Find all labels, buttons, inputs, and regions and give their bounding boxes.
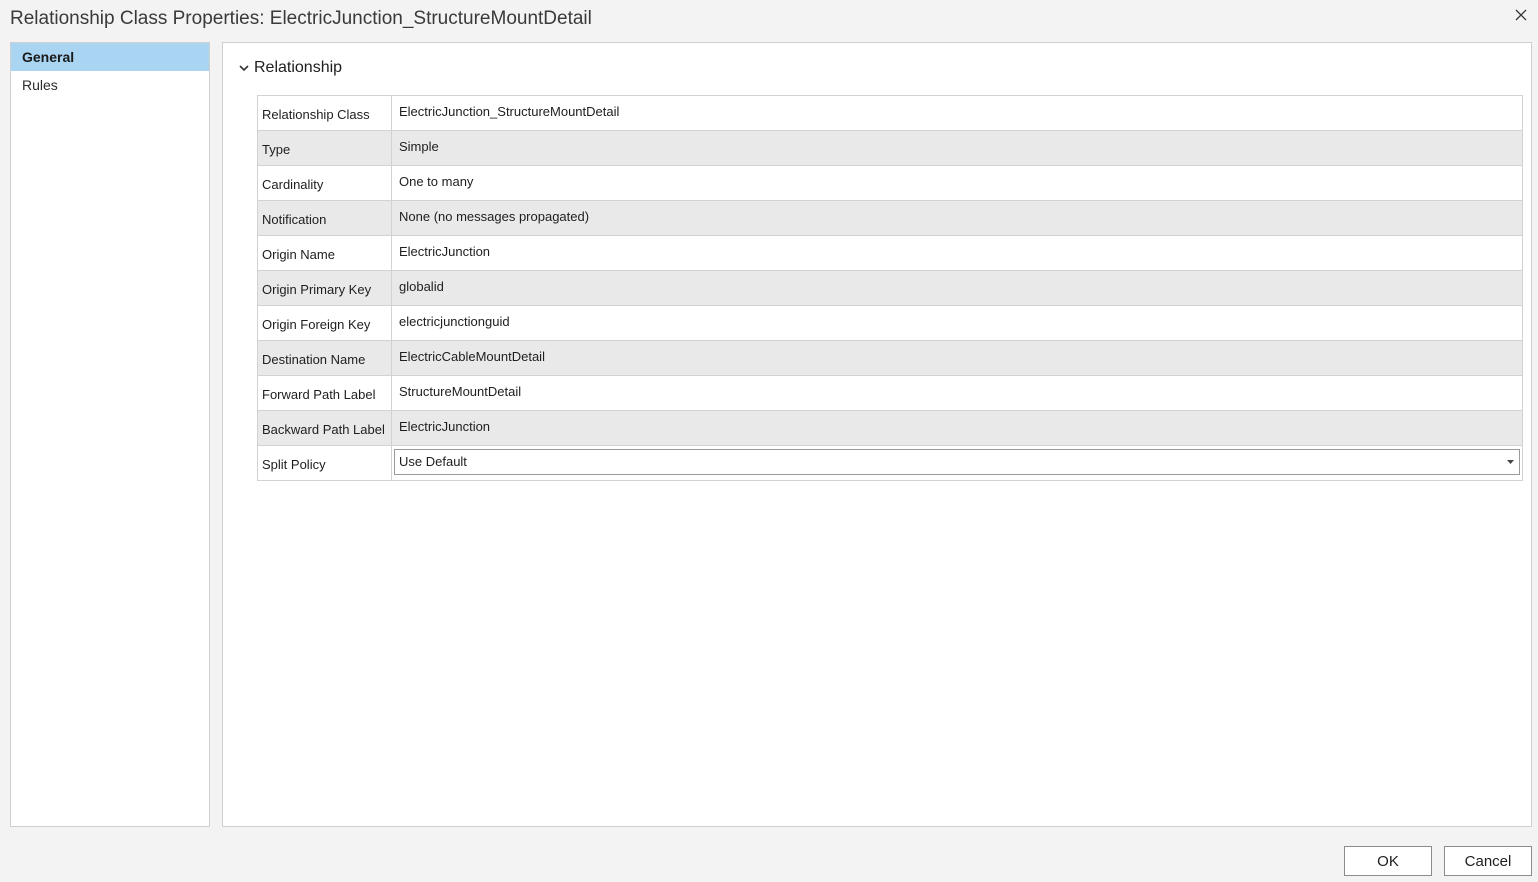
table-row: Relationship Class ElectricJunction_Stru… xyxy=(257,95,1523,131)
table-row: Origin Foreign Key electricjunctionguid xyxy=(257,305,1523,341)
sidebar-item-rules[interactable]: Rules xyxy=(11,71,209,99)
section-title: Relationship xyxy=(254,59,343,76)
property-key: Origin Name xyxy=(257,235,392,271)
property-key: Destination Name xyxy=(257,340,392,376)
table-row: Backward Path Label ElectricJunction xyxy=(257,410,1523,446)
property-key: Relationship Class xyxy=(257,95,392,131)
close-button[interactable] xyxy=(1510,6,1532,28)
property-value: globalid xyxy=(391,270,1523,306)
chevron-down-icon xyxy=(237,61,251,75)
table-row: Notification None (no messages propagate… xyxy=(257,200,1523,236)
split-policy-cell: Use Default xyxy=(391,445,1523,481)
caret-down-icon xyxy=(1506,459,1514,465)
property-key: Backward Path Label xyxy=(257,410,392,446)
cancel-button[interactable]: Cancel xyxy=(1444,846,1532,876)
property-value: One to many xyxy=(391,165,1523,201)
properties-grid: Relationship Class ElectricJunction_Stru… xyxy=(257,95,1523,481)
property-value: ElectricCableMountDetail xyxy=(391,340,1523,376)
property-value: Simple xyxy=(391,130,1523,166)
close-icon xyxy=(1515,8,1527,26)
relationship-section-toggle[interactable]: Relationship xyxy=(237,59,342,77)
property-key: Origin Primary Key xyxy=(257,270,392,306)
relationship-class-properties-dialog: Relationship Class Properties: ElectricJ… xyxy=(0,0,1538,882)
property-value: ElectricJunction xyxy=(391,410,1523,446)
sidebar-item-general[interactable]: General xyxy=(11,43,209,71)
property-value: ElectricJunction xyxy=(391,235,1523,271)
table-row: Forward Path Label StructureMountDetail xyxy=(257,375,1523,411)
property-key: Origin Foreign Key xyxy=(257,305,392,341)
table-row: Origin Primary Key globalid xyxy=(257,270,1523,306)
property-key: Forward Path Label xyxy=(257,375,392,411)
ok-button[interactable]: OK xyxy=(1344,846,1432,876)
property-value: StructureMountDetail xyxy=(391,375,1523,411)
table-row: Origin Name ElectricJunction xyxy=(257,235,1523,271)
property-value: ElectricJunction_StructureMountDetail xyxy=(391,95,1523,131)
sidebar-item-label: Rules xyxy=(22,77,58,93)
content-panel: Relationship Relationship Class Electric… xyxy=(222,42,1532,827)
property-key: Cardinality xyxy=(257,165,392,201)
sidebar-item-label: General xyxy=(22,49,75,65)
split-policy-dropdown[interactable]: Use Default xyxy=(394,448,1520,475)
property-key: Type xyxy=(257,130,392,166)
table-row: Split Policy Use Default xyxy=(257,445,1523,481)
property-value: electricjunctionguid xyxy=(391,305,1523,341)
table-row: Cardinality One to many xyxy=(257,165,1523,201)
property-value: None (no messages propagated) xyxy=(391,200,1523,236)
sidebar-nav: General Rules xyxy=(10,42,210,827)
table-row: Destination Name ElectricCableMountDetai… xyxy=(257,340,1523,376)
dialog-title: Relationship Class Properties: ElectricJ… xyxy=(10,8,592,29)
table-row: Type Simple xyxy=(257,130,1523,166)
split-policy-selected-value: Use Default xyxy=(399,454,467,469)
property-key: Notification xyxy=(257,200,392,236)
property-key: Split Policy xyxy=(257,445,392,481)
